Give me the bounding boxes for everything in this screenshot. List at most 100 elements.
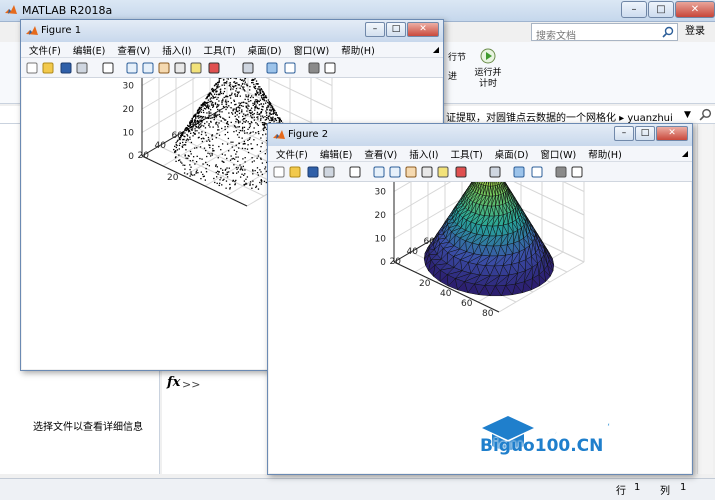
advance-label[interactable]: 进: [448, 69, 457, 82]
zoom-out-icon[interactable]: [141, 61, 155, 75]
close-button[interactable]: ✕: [407, 22, 439, 37]
rotate-icon[interactable]: [420, 165, 434, 179]
cloud-point: [257, 118, 259, 120]
login-button[interactable]: 登录: [679, 23, 711, 41]
new-figure-icon[interactable]: [25, 61, 39, 75]
cloud-point: [211, 104, 213, 106]
cloud-point: [206, 163, 209, 166]
pointer-icon[interactable]: [101, 61, 115, 75]
cloud-point: [202, 109, 204, 112]
figure1-titlebar[interactable]: Figure 1 – □ ✕: [21, 20, 443, 42]
minimize-button[interactable]: –: [614, 126, 634, 141]
hide-tools-icon[interactable]: [554, 165, 568, 179]
menu-edit[interactable]: 编辑(E): [320, 147, 352, 161]
menu-window[interactable]: 窗口(W): [540, 147, 576, 161]
dock-icon[interactable]: [323, 61, 337, 75]
cloud-point: [219, 88, 222, 91]
cloud-point: [247, 128, 249, 130]
pointer-icon[interactable]: [348, 165, 362, 179]
chevron-down-icon[interactable]: ▼: [684, 110, 691, 120]
zoom-in-icon[interactable]: [372, 165, 386, 179]
pan-icon[interactable]: [157, 61, 171, 75]
legend-icon[interactable]: [283, 61, 297, 75]
cloud-point: [206, 112, 208, 114]
cloud-point: [269, 103, 272, 106]
menu-view[interactable]: 查看(V): [117, 43, 150, 57]
search-icon[interactable]: [662, 26, 674, 38]
cloud-point: [251, 157, 253, 159]
run-section-label[interactable]: 行节: [448, 52, 466, 64]
close-button[interactable]: ✕: [656, 126, 688, 141]
link-icon[interactable]: [241, 61, 255, 75]
save-icon[interactable]: [306, 165, 320, 179]
figure2-titlebar[interactable]: Figure 2 – □ ✕: [268, 124, 692, 146]
menu-file[interactable]: 文件(F): [276, 147, 308, 161]
z-tick-label: 20: [375, 211, 387, 221]
cloud-point: [258, 132, 260, 135]
menu-overflow-icon[interactable]: ◢: [682, 149, 688, 158]
hide-tools-icon[interactable]: [307, 61, 321, 75]
current-folder-path[interactable]: 证提取，对圆锥点云数据的一个网格化 ▸ yuanzhui: [446, 109, 673, 124]
menu-window[interactable]: 窗口(W): [293, 43, 329, 57]
cloud-point: [259, 181, 261, 184]
print-icon[interactable]: [75, 61, 89, 75]
documentation-search-field[interactable]: 搜索文档: [531, 23, 678, 42]
menu-insert[interactable]: 插入(I): [409, 147, 438, 161]
menu-tools[interactable]: 工具(T): [450, 147, 482, 161]
open-icon[interactable]: [41, 61, 55, 75]
menu-desktop[interactable]: 桌面(D): [248, 43, 282, 57]
maximize-button[interactable]: □: [635, 126, 655, 141]
minimize-button[interactable]: –: [621, 1, 647, 18]
new-figure-icon[interactable]: [272, 165, 286, 179]
menu-help[interactable]: 帮助(H): [588, 147, 622, 161]
minimize-button[interactable]: –: [365, 22, 385, 37]
colorbar-icon[interactable]: [265, 61, 279, 75]
colorbar-icon[interactable]: [512, 165, 526, 179]
cloud-point: [219, 111, 221, 113]
run-and-time-button[interactable]: 运行并 计时: [472, 68, 504, 90]
cloud-point: [222, 161, 224, 163]
data-cursor-icon[interactable]: [189, 61, 203, 75]
function-browser-icon[interactable]: fx: [167, 375, 180, 390]
menu-file[interactable]: 文件(F): [29, 43, 61, 57]
menu-tools[interactable]: 工具(T): [203, 43, 235, 57]
cloud-point: [197, 109, 199, 111]
maximize-button[interactable]: □: [386, 22, 406, 37]
zoom-out-icon[interactable]: [388, 165, 402, 179]
cloud-point: [259, 150, 262, 152]
zoom-in-icon[interactable]: [125, 61, 139, 75]
run-and-time-icon[interactable]: [478, 45, 498, 65]
cloud-point: [176, 140, 178, 143]
menu-overflow-icon[interactable]: ◢: [433, 45, 439, 54]
data-cursor-icon[interactable]: [436, 165, 450, 179]
brush-icon[interactable]: [207, 61, 221, 75]
menu-insert[interactable]: 插入(I): [162, 43, 191, 57]
menu-view[interactable]: 查看(V): [364, 147, 397, 161]
cloud-point: [256, 144, 258, 146]
link-icon[interactable]: [488, 165, 502, 179]
brush-icon[interactable]: [454, 165, 468, 179]
menu-desktop[interactable]: 桌面(D): [495, 147, 529, 161]
cloud-point: [260, 179, 262, 181]
scrollbar[interactable]: [697, 124, 713, 474]
menu-help[interactable]: 帮助(H): [341, 43, 375, 57]
cloud-point: [264, 166, 267, 168]
x-tick-label: 20: [419, 279, 431, 289]
close-button[interactable]: ✕: [675, 1, 715, 18]
save-icon[interactable]: [59, 61, 73, 75]
cloud-point: [196, 169, 198, 171]
maximize-button[interactable]: □: [648, 1, 674, 18]
cloud-point: [221, 169, 224, 171]
cloud-point: [224, 101, 227, 103]
legend-icon[interactable]: [530, 165, 544, 179]
cloud-point: [232, 141, 234, 143]
cloud-point: [217, 105, 219, 107]
pan-icon[interactable]: [404, 165, 418, 179]
folder-search-icon[interactable]: [699, 108, 712, 121]
rotate-icon[interactable]: [173, 61, 187, 75]
print-icon[interactable]: [322, 165, 336, 179]
open-icon[interactable]: [288, 165, 302, 179]
dock-icon[interactable]: [570, 165, 584, 179]
menu-edit[interactable]: 编辑(E): [73, 43, 105, 57]
cloud-point: [261, 97, 263, 99]
